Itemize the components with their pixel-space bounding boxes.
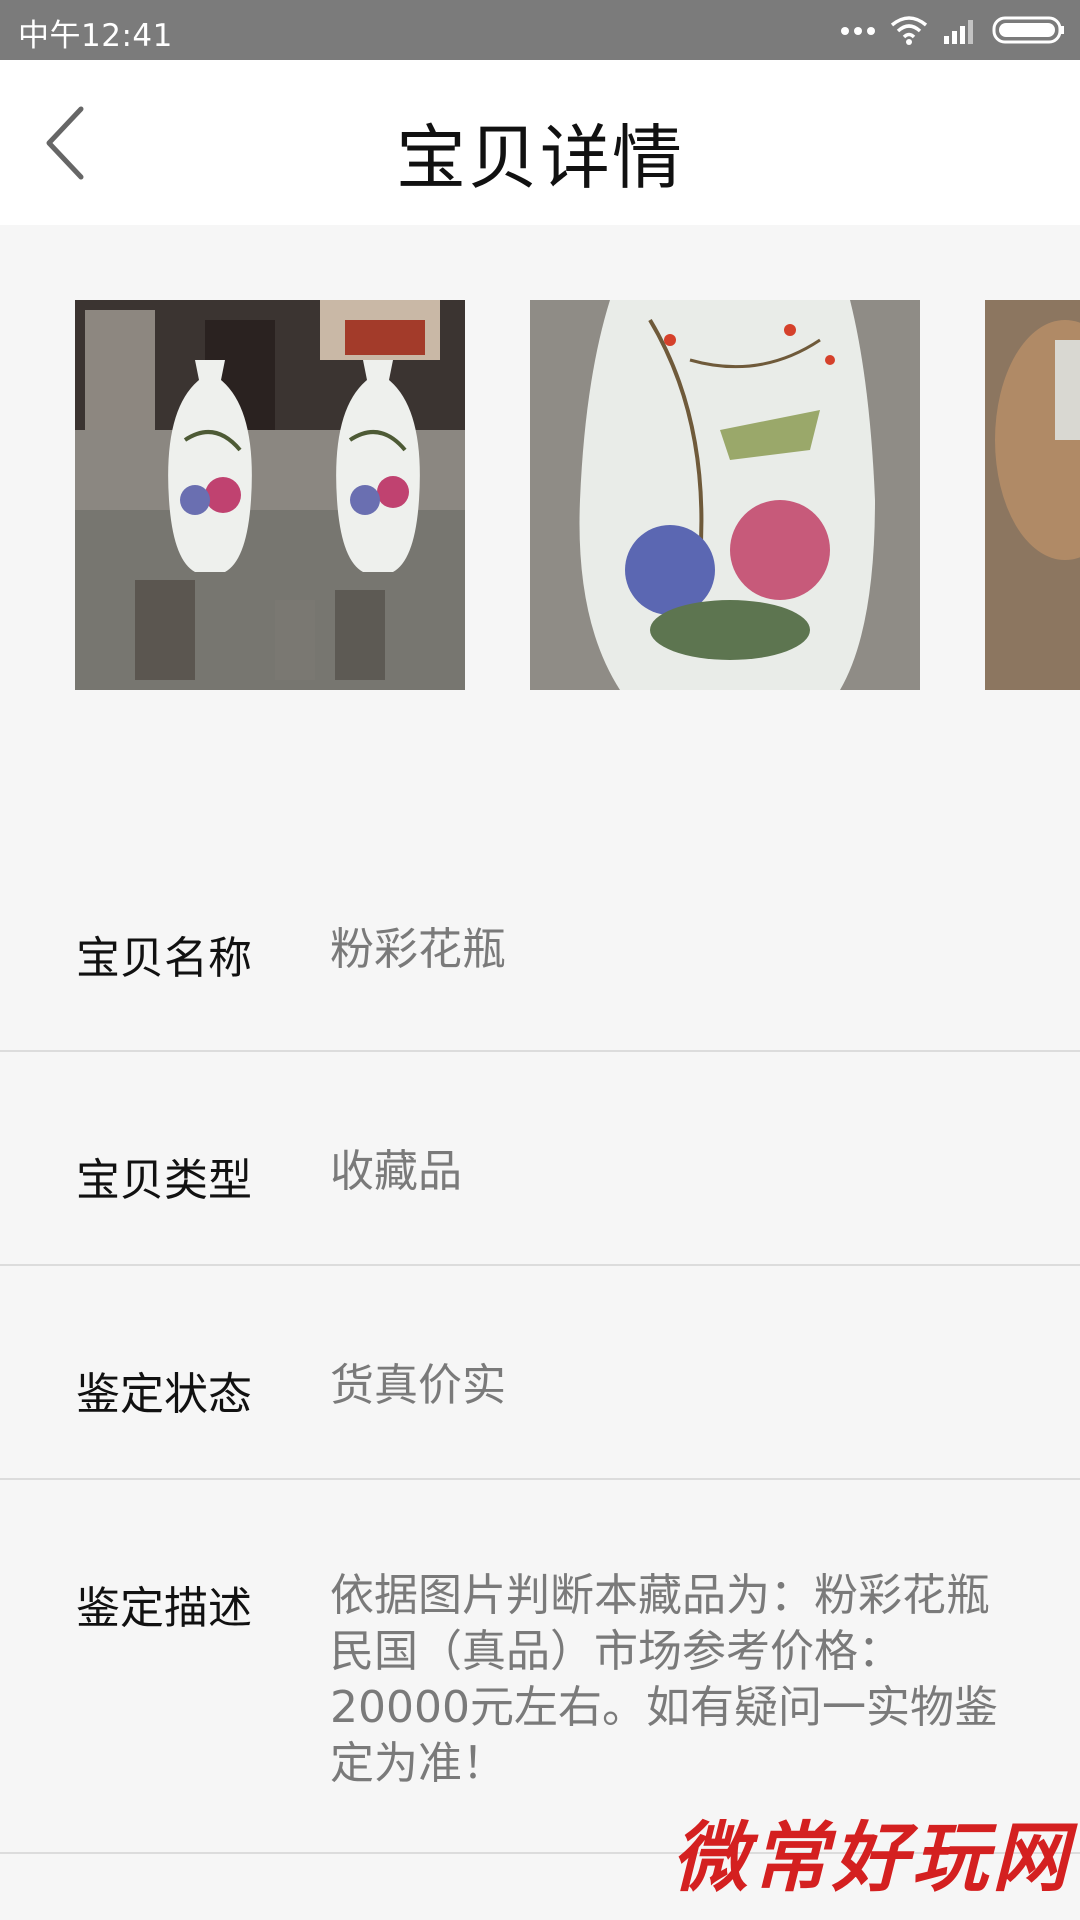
status-bar: 中午12:41 — [0, 0, 1080, 60]
type-value: 收藏品 — [330, 1146, 462, 1197]
more-dots-icon — [840, 24, 876, 36]
battery-icon — [992, 15, 1066, 45]
nav-bar: 宝贝详情 — [0, 60, 1080, 225]
desc-value: 依据图片判断本藏品为：粉彩花瓶 民国（真品）市场参考价格：20000元左右。如有… — [330, 1570, 998, 1789]
desc-label: 鉴定描述 — [76, 1583, 252, 1634]
status-icons — [840, 12, 1066, 48]
detail-row-type: 宝贝类型 收藏品 — [0, 1052, 1080, 1266]
type-label: 宝贝类型 — [76, 1155, 252, 1206]
photo-two-vases[interactable] — [75, 300, 465, 690]
photo-vase-closeup[interactable] — [530, 300, 920, 690]
detail-row-status: 鉴定状态 货真价实 — [0, 1266, 1080, 1480]
page-title: 宝贝详情 — [396, 117, 684, 199]
detail-list: 宝贝名称 粉彩花瓶 宝贝类型 收藏品 鉴定状态 货真价实 鉴定描述 依据图片判断… — [0, 840, 1080, 1854]
name-label: 宝贝名称 — [76, 933, 252, 984]
name-value: 粉彩花瓶 — [330, 924, 506, 975]
photo-gallery[interactable] — [0, 300, 1080, 690]
signal-icon — [942, 16, 978, 44]
wifi-icon — [890, 15, 928, 45]
photo-hand-holding[interactable] — [985, 300, 1080, 690]
watermark: 微常好玩网 — [672, 1813, 1072, 1902]
status-time: 中午12:41 — [18, 18, 173, 54]
detail-row-name: 宝贝名称 粉彩花瓶 — [0, 840, 1080, 1052]
status-label: 鉴定状态 — [76, 1369, 252, 1420]
status-value: 货真价实 — [330, 1360, 506, 1411]
